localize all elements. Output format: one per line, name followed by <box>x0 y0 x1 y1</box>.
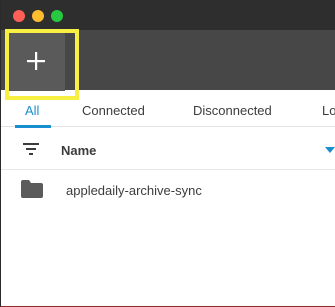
table-header: Name <box>1 130 335 170</box>
title-bar <box>1 0 335 30</box>
tab-truncated[interactable]: Lo <box>322 103 335 118</box>
sort-down-icon[interactable] <box>325 147 335 153</box>
add-button[interactable] <box>7 31 65 91</box>
filter-icon[interactable] <box>23 142 41 156</box>
filter-tabs: All Connected Disconnected Lo <box>1 97 335 128</box>
row-name: appledaily-archive-sync <box>66 183 202 198</box>
folder-icon <box>21 180 43 198</box>
maximize-window-button[interactable] <box>51 10 63 22</box>
minimize-window-button[interactable] <box>32 10 44 22</box>
table-row[interactable]: appledaily-archive-sync <box>1 172 335 210</box>
close-window-button[interactable] <box>13 10 25 22</box>
tab-all[interactable]: All <box>25 103 39 118</box>
tab-disconnected[interactable]: Disconnected <box>193 103 272 118</box>
app-window: All Connected Disconnected Lo Name apple… <box>0 0 335 307</box>
tab-connected[interactable]: Connected <box>82 103 145 118</box>
plus-icon <box>27 52 45 70</box>
column-header-name[interactable]: Name <box>61 143 96 158</box>
active-tab-indicator <box>15 125 51 128</box>
